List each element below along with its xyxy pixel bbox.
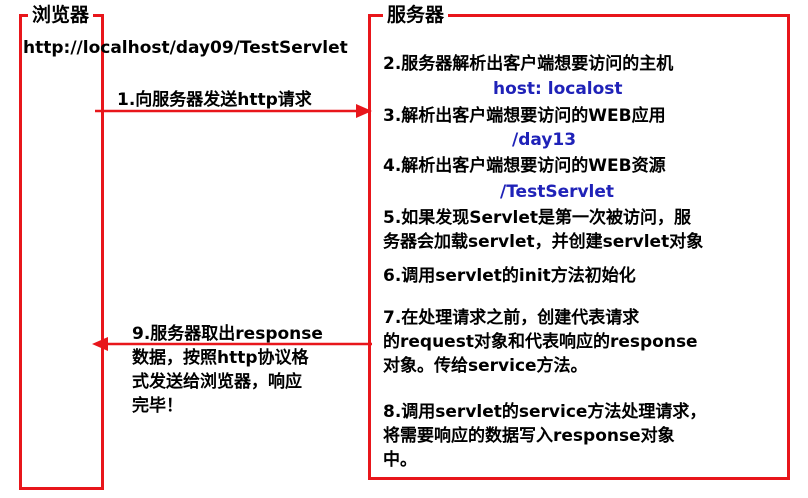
step-3: 3.解析出客户端想要访问的WEB应用 [383, 106, 666, 126]
step-5-line-1: 5.如果发现Servlet是第一次被访问，服 [383, 208, 692, 228]
response-label-line-3: 式发送给浏览器，响应 [132, 372, 302, 392]
step-8-line-3: 中。 [383, 450, 417, 470]
response-label-line-4: 完毕！ [132, 396, 183, 416]
step-7-line-2: 的request对象和代表响应的response [383, 332, 698, 352]
step-6: 6.调用servlet的init方法初始化 [383, 266, 636, 286]
response-label-line-2: 数据，按照http协议格 [132, 348, 309, 368]
step-3-value: /day13 [512, 130, 577, 150]
step-4: 4.解析出客户端想要访问的WEB资源 [383, 156, 666, 176]
step-7-line-3: 对象。传给service方法。 [383, 356, 588, 376]
step-2-value: host: localost [493, 79, 623, 99]
request-arrow-label: 1.向服务器发送http请求 [117, 90, 312, 110]
step-8-line-2: 将需要响应的数据写入response对象 [383, 426, 675, 446]
response-label-line-1: 9.服务器取出response [132, 324, 323, 344]
step-5-line-2: 务器会加载servlet，并创建servlet对象 [383, 232, 704, 252]
step-8-line-1: 8.调用servlet的service方法处理请求， [383, 402, 707, 422]
step-4-value: /TestServlet [500, 182, 615, 202]
step-7-line-1: 7.在处理请求之前，创建代表请求 [383, 308, 640, 328]
step-2: 2.服务器解析出客户端想要访问的主机 [383, 54, 674, 74]
